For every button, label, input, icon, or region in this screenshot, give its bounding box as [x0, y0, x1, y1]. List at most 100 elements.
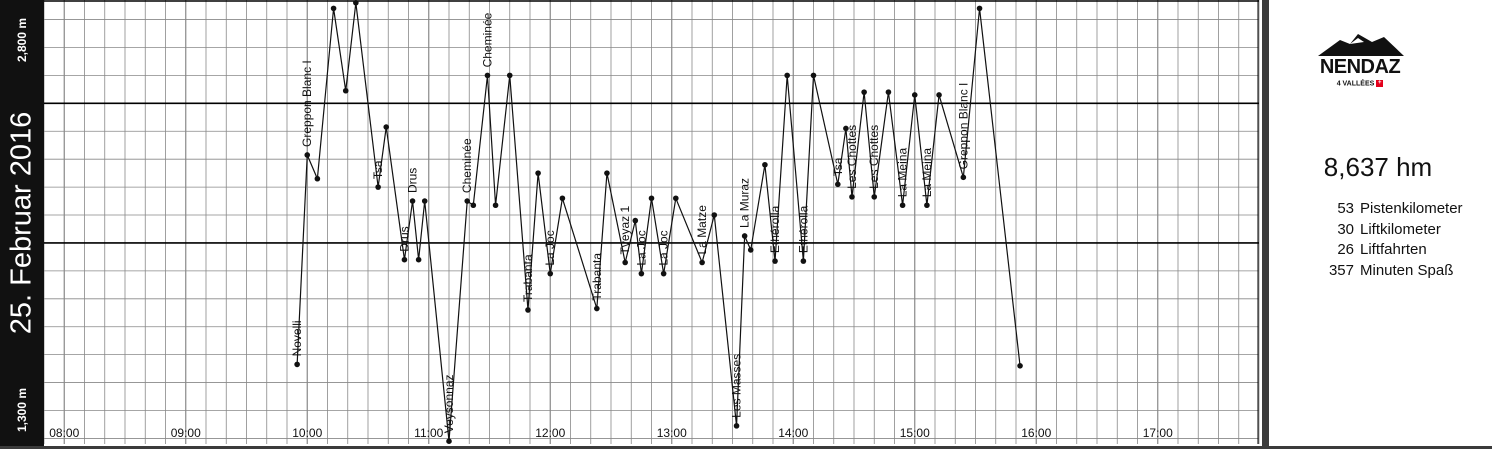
x-tick-label: 14:00 — [778, 426, 808, 440]
data-point — [673, 195, 679, 202]
point-label: La Muraz — [738, 178, 752, 228]
x-tick-label: 12:00 — [535, 426, 565, 440]
data-point — [638, 270, 645, 277]
point-label: La Meina — [920, 148, 934, 198]
point-label: Drus — [397, 226, 411, 251]
stat-label: Minuten Spaß — [1360, 261, 1454, 279]
x-tick-label: 08:00 — [49, 426, 79, 440]
data-point — [594, 305, 600, 312]
data-point — [1017, 363, 1023, 369]
point-label: Tsa — [831, 157, 845, 176]
data-point — [871, 194, 878, 200]
data-point — [506, 72, 513, 79]
x-tick-label: 11:00 — [414, 426, 443, 440]
data-point — [484, 72, 491, 79]
data-point — [660, 270, 667, 277]
data-point — [375, 184, 381, 190]
point-label: La Joc — [657, 230, 671, 265]
altitude-line — [296, 2, 1021, 442]
data-point — [547, 270, 554, 277]
sidebar-divider — [1262, 0, 1269, 446]
data-point — [330, 5, 337, 12]
point-label: Ethérolla — [796, 205, 810, 253]
brand-sub: 4 VALLÉES + — [1336, 80, 1384, 88]
x-tick-label: 09:00 — [171, 426, 201, 440]
stat-label: Pistenkilometer — [1360, 200, 1463, 217]
data-point — [535, 170, 541, 176]
data-point — [849, 194, 855, 200]
data-point — [632, 217, 639, 224]
data-point — [648, 195, 655, 202]
data-point — [314, 175, 321, 182]
nendaz-logo: NENDAZ 4 VALLÉES + — [1300, 28, 1420, 98]
data-point — [784, 72, 790, 79]
stat-label: Liftfahrten — [1360, 241, 1427, 258]
x-tick-label: 15:00 — [900, 426, 930, 440]
data-point — [401, 256, 408, 263]
data-point — [470, 202, 477, 209]
swiss-flag-icon: + — [1376, 80, 1384, 87]
data-point — [464, 198, 471, 204]
stat-value: 30 — [1337, 220, 1354, 238]
point-label: La Joc — [634, 230, 648, 265]
data-point — [353, 0, 359, 6]
data-point — [976, 5, 983, 12]
point-label: La Joc — [543, 230, 557, 265]
data-point — [800, 258, 807, 264]
stat-row: 53 Pistenkilometer — [1300, 200, 1490, 221]
data-point — [835, 181, 841, 188]
stat-value: 26 — [1337, 241, 1354, 258]
point-label: Cheminée — [460, 138, 474, 193]
date-label: 25. Februar 2016 — [5, 111, 38, 335]
point-label: Veysonnaz — [442, 374, 456, 433]
data-point — [885, 89, 892, 95]
y-axis-label-bottom: 1,300 m — [15, 387, 29, 433]
point-label: Tveyaz 1 — [618, 205, 632, 254]
data-point — [772, 258, 778, 264]
x-tick-label: 16:00 — [1021, 426, 1051, 440]
point-label: Drus — [406, 168, 420, 193]
stat-row: 30 Liftkilometer — [1300, 221, 1490, 242]
x-tick-label: 17:00 — [1143, 426, 1173, 440]
stat-label: Liftkilometer — [1360, 220, 1441, 238]
point-label: Greppon Blanc I — [300, 60, 314, 147]
data-point — [936, 92, 942, 98]
data-point — [559, 195, 566, 202]
data-point — [733, 423, 740, 429]
stats-list: 53 Pistenkilometer 30 Liftkilometer 26 Lift… — [1300, 200, 1490, 282]
data-point — [741, 233, 748, 239]
point-label: Trabanta — [521, 254, 535, 302]
data-point — [711, 212, 718, 218]
altitude-chart: 08:00 09:00 10:00 11:00 12:00 13:00 14:00 15:00… — [44, 0, 1260, 445]
point-label: Les Chottes — [867, 125, 881, 189]
data-point — [924, 202, 930, 209]
point-label: La Matze — [695, 205, 709, 255]
data-point — [304, 152, 311, 158]
data-point — [525, 307, 531, 313]
data-point — [294, 361, 300, 368]
data-point — [409, 198, 416, 204]
point-label: Les Masses — [730, 354, 744, 418]
data-point — [492, 202, 499, 209]
point-label: Novelli — [290, 320, 304, 356]
data-point — [446, 438, 452, 445]
data-point — [911, 92, 918, 98]
point-label: Greppon Blanc I — [956, 83, 970, 170]
point-label: Les Chottes — [845, 125, 859, 189]
data-point — [861, 89, 867, 95]
date-band: 25. Februar 2016 2,800 m 1,300 m — [0, 0, 44, 446]
data-point — [747, 247, 754, 253]
point-label: Ethérolla — [768, 205, 782, 253]
stat-value: 357 — [1328, 261, 1354, 279]
point-label: Cheminée — [480, 12, 494, 67]
data-point — [899, 202, 906, 209]
data-point — [421, 198, 428, 204]
point-label: La Meina — [896, 148, 910, 198]
data-point — [383, 124, 390, 130]
y-axis-label-top: 2,800 m — [15, 17, 29, 63]
x-tick-label: 10:00 — [292, 426, 322, 440]
data-point — [810, 72, 817, 79]
bottom-divider — [0, 446, 1492, 449]
data-point — [342, 87, 349, 94]
data-point — [622, 259, 628, 266]
